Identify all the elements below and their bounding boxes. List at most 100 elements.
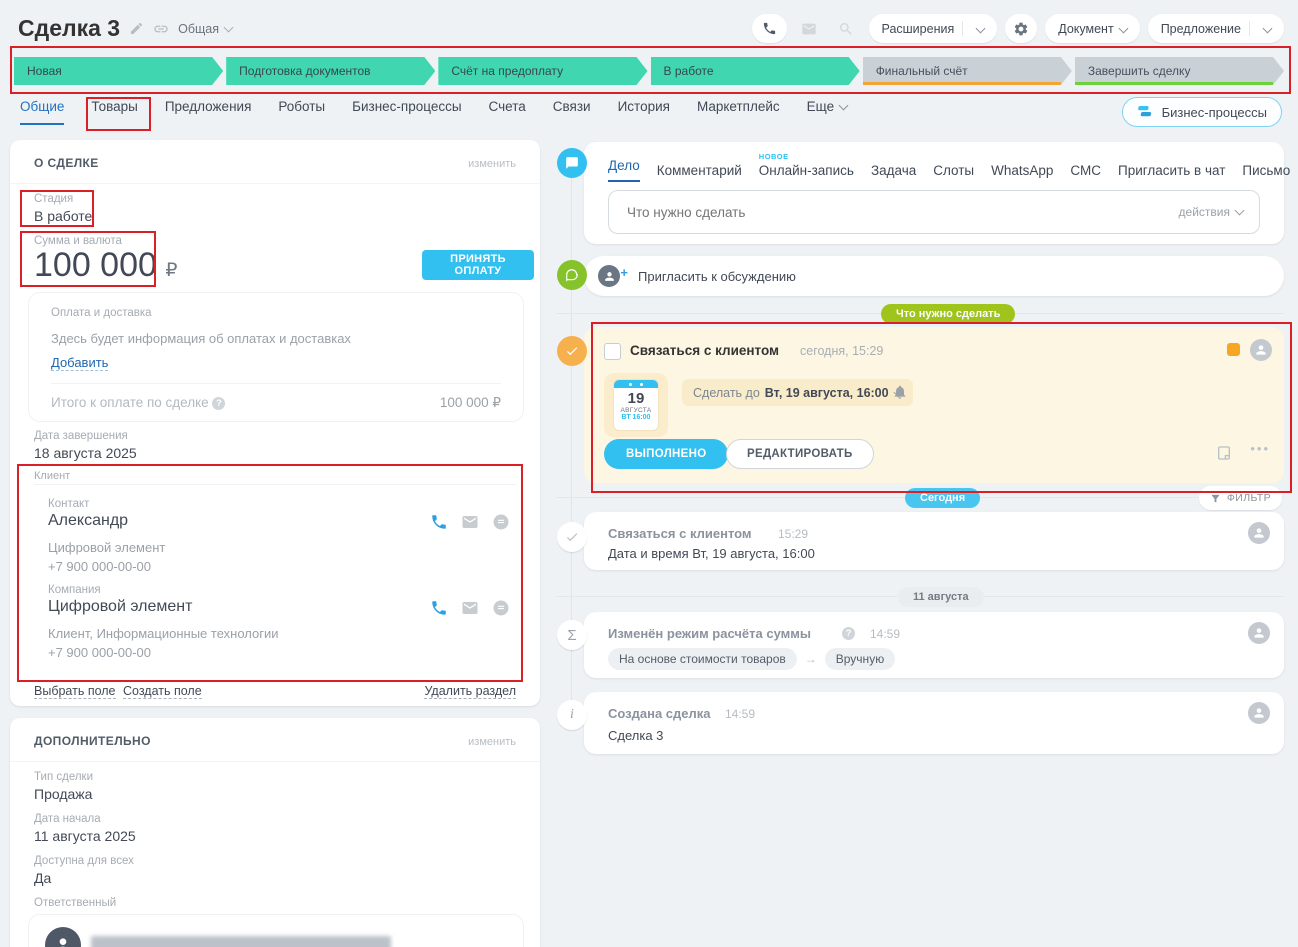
pipeline-selector[interactable]: Общая	[178, 22, 232, 36]
document-button[interactable]: Документ	[1045, 14, 1139, 43]
sum-field-value[interactable]: 100 000 ₽	[34, 246, 177, 285]
check-icon	[565, 344, 579, 358]
stage-new[interactable]: Новая	[14, 57, 223, 85]
additional-card: ДОПОЛНИТЕЛЬНО изменить Тип сделки Продаж…	[10, 718, 540, 947]
stage-bar: Новая Подготовка документов Счёт на пред…	[14, 57, 1284, 85]
tab-online-booking[interactable]: НОВОЕ Онлайн-запись	[759, 163, 854, 178]
chat-company-icon[interactable]	[492, 599, 510, 617]
select-field-link[interactable]: Выбрать поле	[34, 684, 116, 699]
tab-proposals[interactable]: Предложения	[165, 99, 252, 123]
bizproc-button[interactable]: Бизнес-процессы	[1122, 97, 1282, 127]
stage-close-deal[interactable]: Завершить сделку	[1075, 57, 1284, 85]
tab-history[interactable]: История	[618, 99, 670, 123]
timeline-entry-task-done[interactable]: Связаться с клиентом 15:29 Дата и время …	[584, 512, 1284, 570]
copy-link-icon[interactable]	[153, 21, 169, 37]
today-pill: Сегодня	[905, 488, 980, 508]
task-edit-button[interactable]: РЕДАКТИРОВАТЬ	[726, 439, 874, 469]
stage-field-value[interactable]: В работе	[34, 208, 92, 224]
start-date-value[interactable]: 11 августа 2025	[34, 828, 136, 844]
deal-tabs: Общие Товары Предложения Роботы Бизнес-п…	[20, 99, 847, 125]
call-contact-icon[interactable]	[430, 513, 448, 531]
call-button[interactable]	[752, 14, 787, 43]
mail-company-icon[interactable]	[461, 599, 479, 617]
settings-button[interactable]	[1005, 14, 1037, 43]
stage-label: Завершить сделку	[1088, 64, 1191, 78]
chat-contact-icon[interactable]	[492, 513, 510, 531]
tab-links[interactable]: Связи	[553, 99, 591, 123]
tab-sms[interactable]: СМС	[1070, 163, 1101, 178]
accept-payment-button[interactable]: ПРИНЯТЬ ОПЛАТУ	[422, 250, 534, 280]
tab-whatsapp[interactable]: WhatsApp	[991, 163, 1053, 178]
tab-marketplace[interactable]: Маркетплейс	[697, 99, 780, 123]
task-done-button[interactable]: ВЫПОЛНЕНО	[604, 439, 728, 469]
help-icon[interactable]: ?	[212, 397, 225, 410]
task-title[interactable]: Связаться с клиентом	[630, 343, 779, 358]
todo-section-pill: Что нужно сделать	[881, 304, 1015, 324]
tab-task[interactable]: Задача	[871, 163, 916, 178]
tab-comment[interactable]: Комментарий	[657, 163, 742, 178]
stage-prepay-invoice[interactable]: Счёт на предоплату	[438, 57, 647, 85]
tab-bizproc[interactable]: Бизнес-процессы	[352, 99, 461, 123]
tab-letter[interactable]: Письмо	[1242, 163, 1290, 178]
openlines-button[interactable]	[832, 14, 861, 43]
extensions-button[interactable]: Расширения	[869, 14, 998, 43]
note-icon[interactable]	[1216, 445, 1232, 461]
entry-body: Сделка 3	[608, 728, 663, 743]
deal-type-value[interactable]: Продажа	[34, 786, 92, 802]
edit-title-icon[interactable]	[129, 21, 144, 36]
extensions-label: Расширения	[882, 22, 955, 36]
stage-final-invoice[interactable]: Финальный счёт	[863, 57, 1072, 85]
finish-date-value[interactable]: 18 августа 2025	[34, 445, 137, 461]
edit-about-link[interactable]: изменить	[468, 158, 516, 170]
payment-add-link[interactable]: Добавить	[51, 355, 108, 371]
about-deal-card: О СДЕЛКЕ изменить Стадия В работе Сумма …	[10, 140, 540, 706]
invite-discussion-row[interactable]: + Пригласить к обсуждению	[584, 256, 1284, 296]
entry-title: Изменён режим расчёта суммы	[608, 626, 811, 641]
person-icon	[53, 935, 73, 947]
tab-invite-chat[interactable]: Пригласить в чат	[1118, 163, 1225, 178]
call-company-icon[interactable]	[430, 599, 448, 617]
mail-contact-icon[interactable]	[461, 513, 479, 531]
invite-label: Пригласить к обсуждению	[638, 269, 796, 284]
filter-button[interactable]: ФИЛЬТР	[1199, 486, 1282, 510]
stage-docs[interactable]: Подготовка документов	[226, 57, 435, 85]
timeline-entry-sum-mode[interactable]: Изменён режим расчёта суммы ? 14:59 На о…	[584, 612, 1284, 678]
email-button[interactable]	[795, 14, 824, 43]
section-title: ДОПОЛНИТЕЛЬНО	[34, 734, 151, 748]
company-label: Компания	[48, 584, 101, 596]
responsible-name-redacted[interactable]	[91, 936, 391, 947]
gear-icon	[1013, 21, 1029, 37]
tab-invoices[interactable]: Счета	[489, 99, 526, 123]
help-icon[interactable]: ?	[842, 627, 855, 640]
timeline-entry-created[interactable]: Создана сделка 14:59 Сделка 3	[584, 692, 1284, 754]
tab-slots[interactable]: Слоты	[933, 163, 974, 178]
stage-in-progress[interactable]: В работе	[651, 57, 860, 85]
actions-dropdown[interactable]: действия	[1179, 205, 1243, 219]
reminder-bell-icon[interactable]	[892, 384, 908, 400]
phone-icon	[762, 21, 777, 36]
task-more-menu[interactable]: •••	[1250, 441, 1270, 456]
payment-block-hint: Здесь будет информация об оплатах и дост…	[51, 331, 351, 346]
task-due-chip[interactable]: Сделать до Вт, 19 августа, 16:00	[682, 379, 913, 406]
tab-robots[interactable]: Роботы	[278, 99, 325, 123]
timeline-marker-done-task	[557, 522, 587, 552]
proposal-label: Предложение	[1161, 22, 1241, 36]
contact-name[interactable]: Александр	[48, 512, 128, 530]
edit-additional-link[interactable]: изменить	[468, 736, 516, 748]
todo-input[interactable]	[625, 204, 1179, 221]
timeline-marker-comment	[557, 260, 587, 290]
company-name[interactable]: Цифровой элемент	[48, 598, 192, 616]
proposal-button[interactable]: Предложение	[1148, 14, 1284, 43]
start-date-label: Дата начала	[34, 813, 101, 825]
tab-general[interactable]: Общие	[20, 99, 64, 125]
create-field-link[interactable]: Создать поле	[123, 684, 202, 699]
task-calendar-widget[interactable]: 19 АВГУСТА ВТ 16:00	[604, 373, 668, 437]
deal-page: Сделка 3 Общая Расширения Документ Предл…	[0, 0, 1298, 947]
delete-section-link[interactable]: Удалить раздел	[424, 684, 516, 699]
tab-deal[interactable]: Дело	[608, 158, 640, 182]
tab-products[interactable]: Товары	[91, 99, 137, 123]
available-value[interactable]: Да	[34, 870, 51, 886]
funnel-icon	[1210, 493, 1221, 504]
tab-more[interactable]: Еще	[807, 99, 847, 123]
task-checkbox[interactable]	[604, 343, 621, 360]
